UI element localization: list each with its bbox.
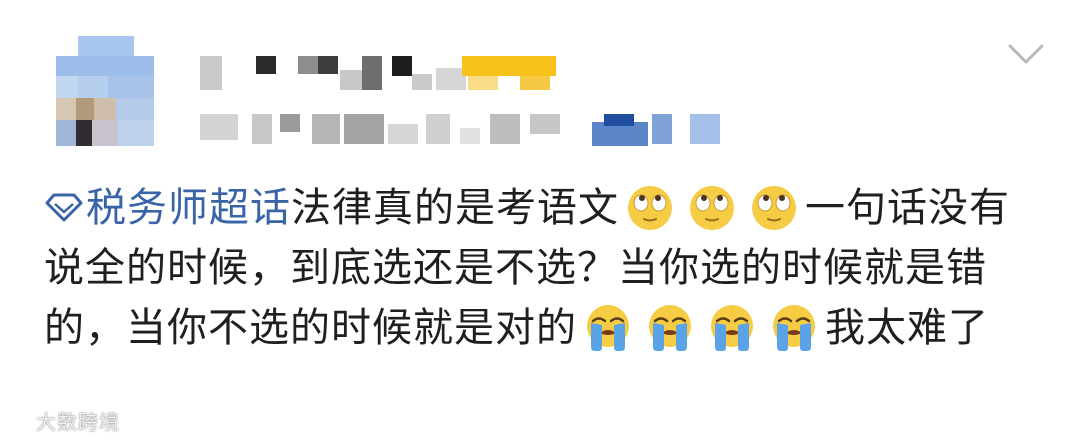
- rolling-eyes-emoji-icon: [628, 186, 672, 230]
- super-topic-link[interactable]: 税务师超话: [44, 185, 291, 231]
- username-mosaic[interactable]: [200, 52, 560, 92]
- rolling-eyes-emoji-icon: [690, 186, 734, 230]
- super-topic-label: 税务师超话: [86, 185, 291, 231]
- watermark-logo-icon: [7, 412, 28, 431]
- avatar[interactable]: [56, 36, 168, 148]
- crying-emoji-icon: [587, 305, 629, 351]
- post-header: [0, 0, 1080, 170]
- crying-emoji-icon: [649, 305, 691, 351]
- crying-emoji-icon: [773, 305, 815, 351]
- post-text-segment-3: 我太难了: [825, 305, 989, 351]
- post-text-segment-1: 法律真的是考语文: [291, 185, 619, 231]
- diamond-icon: [45, 193, 83, 222]
- watermark-text: 大数跨境: [36, 410, 120, 434]
- chevron-down-icon[interactable]: [1006, 40, 1046, 68]
- post-text: 税务师超话法律真的是考语文 一句话没有说全的时候，到底选还是不选？当你选的时候就…: [44, 178, 1044, 358]
- weibo-post: 税务师超话法律真的是考语文 一句话没有说全的时候，到底选还是不选？当你选的时候就…: [0, 0, 1080, 441]
- post-meta-mosaic: [200, 108, 730, 148]
- rolling-eyes-emoji-icon: [752, 186, 796, 230]
- watermark: 大数跨境: [6, 406, 120, 435]
- crying-emoji-icon: [711, 305, 753, 351]
